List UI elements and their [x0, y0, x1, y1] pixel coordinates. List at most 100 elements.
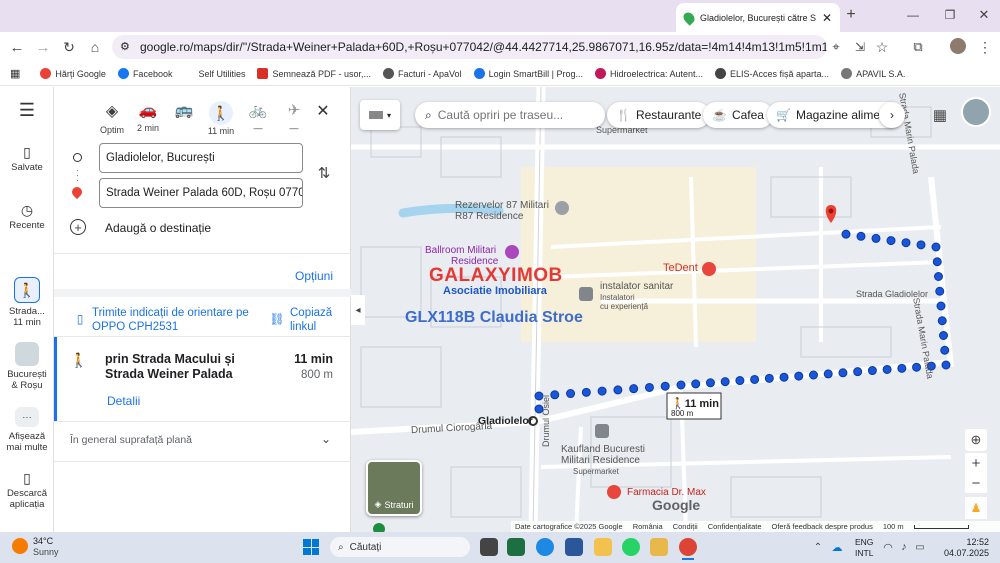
browser-tab[interactable]: Gladiolelor, București către Stra ✕: [676, 3, 840, 32]
chips-next-button[interactable]: ›: [879, 102, 905, 128]
bookmark-hidroelectrica[interactable]: Hidroelectrica: Autent...: [594, 68, 703, 79]
reload-icon[interactable]: ↻: [60, 38, 78, 56]
onedrive-icon[interactable]: ☁: [830, 540, 844, 554]
map-view-toggle[interactable]: ▾: [360, 100, 400, 130]
chrome-icon[interactable]: [679, 538, 697, 556]
origin-input[interactable]: Gladiolelor, București: [99, 143, 303, 173]
battery-icon[interactable]: ▭: [914, 540, 926, 554]
tedent-marker-icon[interactable]: [702, 262, 716, 276]
chip-restaurants[interactable]: 🍴 Restaurante: [607, 102, 711, 128]
bookmark-semneaza-pdf[interactable]: Semnează PDF - usor,...: [257, 68, 371, 79]
pegman-icon[interactable]: ♟: [965, 497, 987, 519]
task-view-icon[interactable]: [480, 538, 498, 556]
details-link[interactable]: Detalii: [107, 394, 140, 408]
chevron-down-icon[interactable]: ⌄: [318, 431, 334, 447]
recent-bucuresti-rosu[interactable]: București & Roșu: [0, 342, 54, 391]
search-along-route[interactable]: ⌕: [415, 102, 605, 128]
destination-input[interactable]: Strada Weiner Palada 60D, Roșu 077042: [99, 178, 303, 208]
apps-grid-icon[interactable]: ▦: [929, 104, 951, 126]
wifi-icon[interactable]: ◠: [882, 540, 894, 554]
bookmark-facturi[interactable]: Facturi - ApaVol: [383, 68, 462, 79]
site-info-icon[interactable]: ⚙: [120, 40, 130, 53]
profile-avatar[interactable]: [950, 38, 966, 54]
zoom-out-button[interactable]: −: [965, 473, 987, 493]
terms-link[interactable]: Condiții: [673, 522, 698, 531]
close-directions-icon[interactable]: ✕: [313, 101, 333, 121]
zoom-in-button[interactable]: +: [965, 453, 987, 473]
address-bar[interactable]: ⚙ google.ro/maps/dir/''/Strada+Weiner+Pa…: [112, 35, 827, 59]
route-dot: [629, 384, 639, 394]
word-icon[interactable]: [565, 538, 583, 556]
tray-chevron-up-icon[interactable]: ⌃: [812, 540, 824, 554]
extensions-icon[interactable]: ⧉: [910, 38, 926, 56]
close-tab-icon[interactable]: ✕: [822, 11, 832, 25]
recent-walk-route[interactable]: 🚶 Strada... 11 min: [0, 277, 54, 328]
ballroom-marker-icon[interactable]: [505, 245, 519, 259]
copy-link-button[interactable]: Copiază linkul: [290, 306, 340, 334]
excel-icon[interactable]: [507, 538, 525, 556]
back-icon[interactable]: ←: [8, 38, 26, 56]
restore-icon[interactable]: ❐: [942, 6, 958, 24]
country-link[interactable]: România: [633, 522, 663, 531]
privacy-link[interactable]: Confidențialitate: [708, 522, 762, 531]
add-destination-icon[interactable]: +: [70, 219, 86, 235]
search-along-route-input[interactable]: [437, 108, 588, 122]
swap-icon[interactable]: ⇅: [316, 163, 332, 183]
edge-icon[interactable]: [536, 538, 554, 556]
download-app-button[interactable]: ▯ Descarcă aplicația: [0, 471, 54, 510]
layers-button[interactable]: ◈ Straturi: [366, 460, 422, 516]
add-destination-link[interactable]: Adaugă o destinație: [105, 221, 211, 235]
home-icon[interactable]: ⌂: [86, 38, 104, 56]
route-dot: [660, 381, 670, 391]
map-canvas[interactable]: Supermarket Rezervelor 87 Militari R87 R…: [351, 87, 1000, 532]
menu-dots-icon[interactable]: ⋮: [978, 38, 992, 56]
recent-button[interactable]: ◷ Recente: [0, 203, 54, 231]
chip-coffee[interactable]: ☕ Cafea: [703, 102, 773, 128]
shop-marker-icon[interactable]: [579, 287, 593, 301]
feedback-link[interactable]: Oferă feedback despre produs: [772, 522, 873, 531]
location-icon[interactable]: ⌖: [828, 38, 844, 56]
show-more-button[interactable]: ··· Afișează mai multe: [0, 407, 54, 453]
poi-marker-icon[interactable]: [555, 201, 569, 215]
whatsapp-icon[interactable]: [622, 538, 640, 556]
bookmark-maps[interactable]: Hărți Google: [40, 68, 106, 79]
scale-label[interactable]: 100 m: [883, 522, 904, 531]
bike-icon: 🚲: [248, 102, 268, 119]
bookmark-apavil[interactable]: APAVIL S.A.: [841, 68, 905, 79]
kaufland-marker-icon[interactable]: [595, 424, 609, 438]
new-tab-icon[interactable]: +: [843, 6, 859, 24]
volume-icon[interactable]: ♪: [898, 540, 910, 554]
saved-button[interactable]: ▯ Salvate: [0, 145, 54, 173]
mode-best[interactable]: ◈ Optim: [92, 101, 132, 135]
bookmark-smartbill[interactable]: Login SmartBill | Prog...: [473, 68, 583, 79]
forward-icon[interactable]: →: [34, 38, 52, 56]
mode-flight[interactable]: ✈ —: [274, 101, 314, 133]
bookmark-facebook[interactable]: Facebook: [117, 68, 172, 79]
windows-start-icon[interactable]: [303, 539, 319, 555]
options-link[interactable]: Opțiuni: [295, 269, 333, 283]
minimize-icon[interactable]: —: [905, 6, 921, 24]
bookmark-elis[interactable]: ELIS-Acces fișă aparta...: [715, 68, 829, 79]
bookmark-star-icon[interactable]: ☆: [874, 38, 890, 56]
taskbar-search[interactable]: ⌕ Căutați: [330, 537, 470, 557]
close-window-icon[interactable]: ✕: [976, 6, 992, 24]
apps-grid-icon[interactable]: ▦: [10, 67, 20, 80]
language-code[interactable]: ENG: [855, 537, 873, 547]
send-to-phone-link[interactable]: Trimite indicații de orientare pe OPPO C…: [92, 306, 252, 334]
clock-time[interactable]: 12:52: [951, 537, 989, 547]
route-dot: [897, 363, 907, 373]
mode-transit[interactable]: 🚌: [164, 101, 204, 119]
bookmark-self-utilities[interactable]: Self Utilities: [198, 69, 245, 79]
file-explorer-icon[interactable]: [594, 538, 612, 556]
mode-bike[interactable]: 🚲 —: [238, 101, 278, 133]
hamburger-menu-icon[interactable]: ☰: [0, 101, 54, 119]
account-avatar[interactable]: [961, 97, 991, 127]
pharmacy-marker-icon[interactable]: [607, 485, 621, 499]
collapse-panel-button[interactable]: ◂: [351, 295, 365, 325]
weather-temp[interactable]: 34°C: [33, 536, 53, 546]
mode-walk[interactable]: 🚶 11 min: [201, 101, 241, 136]
folder-icon[interactable]: [650, 538, 668, 556]
my-location-button[interactable]: ⊕: [965, 429, 987, 451]
mode-car[interactable]: 🚗 2 min: [128, 101, 168, 133]
install-icon[interactable]: ⇲: [852, 38, 868, 56]
